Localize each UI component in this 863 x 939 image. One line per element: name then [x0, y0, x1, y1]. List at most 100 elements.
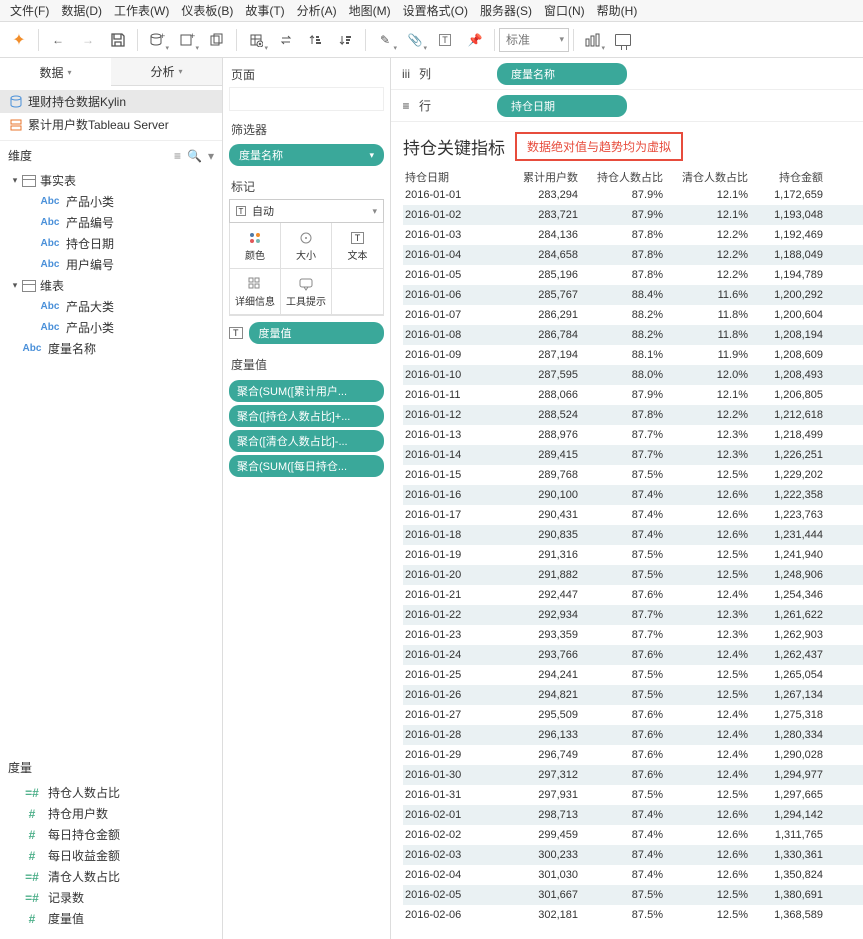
table-row[interactable]: 2016-02-04301,03087.4%12.6%1,350,824 [403, 865, 863, 885]
filter-pill-measure-names[interactable]: 度量名称▾ [229, 144, 384, 166]
table-row[interactable]: 2016-01-16290,10087.4%12.6%1,222,358 [403, 485, 863, 505]
search-icon[interactable]: 🔍 [187, 149, 202, 163]
save-button[interactable] [105, 27, 131, 53]
tableau-logo-icon[interactable]: ✦ [6, 27, 32, 53]
mv-pill-2[interactable]: 聚合([持仓人数占比]+... [229, 405, 384, 427]
table-row[interactable]: 2016-01-09287,19488.1%11.9%1,208,609 [403, 345, 863, 365]
mark-color[interactable]: 颜色 [230, 223, 281, 269]
tree-fact-table[interactable]: ▾事实表 [4, 170, 222, 191]
measure-daily-profit-amount[interactable]: #每日收益金额 [4, 845, 222, 866]
clear-sheet-button[interactable]: ▾ [243, 27, 269, 53]
marks-type-selector[interactable]: T自动▾ [229, 199, 384, 223]
mark-tooltip[interactable]: 工具提示 [281, 269, 332, 315]
table-row[interactable]: 2016-01-19291,31687.5%12.5%1,241,940 [403, 545, 863, 565]
table-row[interactable]: 2016-01-21292,44787.6%12.4%1,254,346 [403, 585, 863, 605]
fit-selector[interactable]: 标准 [499, 28, 569, 52]
mark-pill-measure-values[interactable]: 度量值 [249, 322, 385, 344]
table-body[interactable]: 2016-01-01283,29487.9%12.1%1,172,659 2016… [403, 185, 863, 939]
chevron-down-icon[interactable]: ▾ [369, 150, 374, 161]
table-row[interactable]: 2016-01-20291,88287.5%12.5%1,248,906 [403, 565, 863, 585]
tree-dim-table[interactable]: ▾维表 [4, 275, 222, 296]
pin-button[interactable]: 📌 [462, 27, 488, 53]
field-hold-date[interactable]: Abc持仓日期 [4, 233, 222, 254]
table-row[interactable]: 2016-01-05285,19687.8%12.2%1,194,789 [403, 265, 863, 285]
menu-file[interactable]: 文件(F) [4, 0, 55, 22]
new-datasource-button[interactable]: +▾ [144, 27, 170, 53]
table-row[interactable]: 2016-01-11288,06687.9%12.1%1,206,805 [403, 385, 863, 405]
sort-asc-button[interactable] [303, 27, 329, 53]
group-button[interactable]: 📎▾ [402, 27, 428, 53]
collapse-icon[interactable]: ▾ [8, 280, 22, 291]
field-product-category[interactable]: Abc产品大类 [4, 296, 222, 317]
table-row[interactable]: 2016-02-06302,18187.5%12.5%1,368,589 [403, 905, 863, 925]
table-row[interactable]: 2016-01-06285,76788.4%11.6%1,200,292 [403, 285, 863, 305]
menu-map[interactable]: 地图(M) [343, 0, 397, 22]
table-row[interactable]: 2016-01-28296,13387.6%12.4%1,280,334 [403, 725, 863, 745]
measure-hold-ratio[interactable]: =#持仓人数占比 [4, 782, 222, 803]
mark-detail[interactable]: 详细信息 [230, 269, 281, 315]
view-list-icon[interactable]: ≡ [174, 149, 181, 163]
columns-shelf[interactable]: iii列 度量名称 [391, 58, 863, 90]
measure-clear-ratio[interactable]: =#清仓人数占比 [4, 866, 222, 887]
labels-button[interactable]: T [432, 27, 458, 53]
field-product-subcategory[interactable]: Abc产品小类 [4, 191, 222, 212]
table-row[interactable]: 2016-01-23293,35987.7%12.3%1,262,903 [403, 625, 863, 645]
table-row[interactable]: 2016-01-22292,93487.7%12.3%1,261,622 [403, 605, 863, 625]
field-measure-names[interactable]: Abc度量名称 [4, 338, 222, 359]
table-row[interactable]: 2016-01-07286,29188.2%11.8%1,200,604 [403, 305, 863, 325]
table-row[interactable]: 2016-01-26294,82187.5%12.5%1,267,134 [403, 685, 863, 705]
rows-shelf[interactable]: ≡行 持仓日期 [391, 90, 863, 122]
table-row[interactable]: 2016-01-04284,65887.8%12.2%1,188,049 [403, 245, 863, 265]
mv-pill-4[interactable]: 聚合(SUM([每日持仓... [229, 455, 384, 477]
table-row[interactable]: 2016-01-31297,93187.5%12.5%1,297,665 [403, 785, 863, 805]
collapse-icon[interactable]: ▾ [8, 175, 22, 186]
table-row[interactable]: 2016-01-27295,50987.6%12.4%1,275,318 [403, 705, 863, 725]
presentation-button[interactable] [610, 27, 636, 53]
table-row[interactable]: 2016-01-13288,97687.7%12.3%1,218,499 [403, 425, 863, 445]
forward-button[interactable]: → [75, 27, 101, 53]
menu-window[interactable]: 窗口(N) [538, 0, 591, 22]
table-row[interactable]: 2016-01-14289,41587.7%12.3%1,226,251 [403, 445, 863, 465]
datasource-tableau-server[interactable]: 累计用户数Tableau Server [0, 113, 222, 136]
table-row[interactable]: 2016-01-18290,83587.4%12.6%1,231,444 [403, 525, 863, 545]
datasource-kylin[interactable]: 理财持仓数据Kylin [0, 90, 222, 113]
menu-data[interactable]: 数据(D) [55, 0, 108, 22]
menu-analysis[interactable]: 分析(A) [291, 0, 343, 22]
table-row[interactable]: 2016-01-30297,31287.6%12.4%1,294,977 [403, 765, 863, 785]
mv-pill-3[interactable]: 聚合([清仓人数占比]-... [229, 430, 384, 452]
filters-card[interactable]: 筛选器 度量名称▾ [229, 117, 384, 168]
tab-analytics[interactable]: 分析▾ [111, 58, 222, 86]
swap-button[interactable] [273, 27, 299, 53]
show-me-button[interactable]: ▾ [580, 27, 606, 53]
table-row[interactable]: 2016-01-03284,13687.8%12.2%1,192,469 [403, 225, 863, 245]
table-row[interactable]: 2016-01-15289,76887.5%12.5%1,229,202 [403, 465, 863, 485]
table-row[interactable]: 2016-01-29296,74987.6%12.4%1,290,028 [403, 745, 863, 765]
menu-story[interactable]: 故事(T) [239, 0, 290, 22]
menu-dashboard[interactable]: 仪表板(B) [175, 0, 239, 22]
duplicate-button[interactable] [204, 27, 230, 53]
mv-pill-1[interactable]: 聚合(SUM([累计用户... [229, 380, 384, 402]
table-row[interactable]: 2016-02-02299,45987.4%12.6%1,311,765 [403, 825, 863, 845]
table-row[interactable]: 2016-01-01283,29487.9%12.1%1,172,659 [403, 185, 863, 205]
rows-pill[interactable]: 持仓日期 [497, 95, 627, 117]
measure-daily-hold-amount[interactable]: #每日持仓金额 [4, 824, 222, 845]
field-product-id[interactable]: Abc产品编号 [4, 212, 222, 233]
mark-size[interactable]: 大小 [281, 223, 332, 269]
menu-server[interactable]: 服务器(S) [474, 0, 538, 22]
pages-card[interactable]: 页面 [229, 62, 384, 111]
table-row[interactable]: 2016-01-24293,76687.6%12.4%1,262,437 [403, 645, 863, 665]
table-row[interactable]: 2016-01-25294,24187.5%12.5%1,265,054 [403, 665, 863, 685]
measure-record-count[interactable]: =#记录数 [4, 887, 222, 908]
measure-hold-users[interactable]: #持仓用户数 [4, 803, 222, 824]
table-row[interactable]: 2016-02-03300,23387.4%12.6%1,330,361 [403, 845, 863, 865]
field-user-id[interactable]: Abc用户编号 [4, 254, 222, 275]
menu-worksheet[interactable]: 工作表(W) [108, 0, 175, 22]
menu-help[interactable]: 帮助(H) [591, 0, 644, 22]
table-row[interactable]: 2016-01-10287,59588.0%12.0%1,208,493 [403, 365, 863, 385]
menu-format[interactable]: 设置格式(O) [397, 0, 474, 22]
measure-values[interactable]: #度量值 [4, 908, 222, 929]
field-product-subcategory-2[interactable]: Abc产品小类 [4, 317, 222, 338]
table-row[interactable]: 2016-02-01298,71387.4%12.6%1,294,142 [403, 805, 863, 825]
viz-title[interactable]: 持仓关键指标 [403, 134, 505, 159]
back-button[interactable]: ← [45, 27, 71, 53]
